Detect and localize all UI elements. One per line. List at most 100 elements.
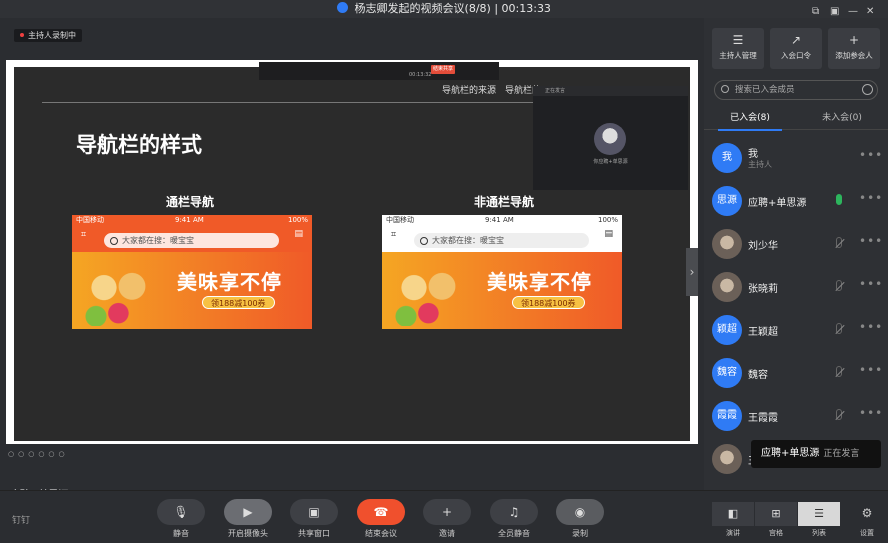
avatar: 思源	[712, 186, 742, 216]
mic-off-icon[interactable]	[836, 280, 842, 291]
slide-divider	[42, 102, 542, 103]
speaker-video-tile[interactable]: 正在发言 你应聘+单思源	[533, 86, 688, 190]
recording-badge: 主持人录制中	[14, 29, 82, 42]
end-meeting-button[interactable]: ☎ 结束会议	[357, 499, 405, 539]
phone-mockup-left: 中国移动 9:41 AM 100% ⌗ 大家都在搜：暖宝宝 ▤ 美味享不停 领188…	[72, 215, 312, 329]
shared-mini-toolbar: 00:13:32 结束共享	[259, 62, 499, 80]
status-bar: 中国移动 9:41 AM 100%	[382, 215, 622, 226]
camera-button[interactable]: ▶ 开启摄像头	[224, 499, 272, 539]
invite-button[interactable]: + 邀请	[423, 499, 471, 539]
banner-coupon: 领188减100券	[202, 296, 275, 309]
status-time: 9:41 AM	[175, 216, 204, 224]
clear-icon[interactable]	[862, 84, 873, 95]
member-search-input[interactable]: 搜索已入会成员	[714, 80, 878, 100]
record-icon: ◉	[556, 499, 604, 525]
mic-off-icon[interactable]	[836, 323, 842, 334]
scan-icon: ⌗	[81, 230, 87, 240]
avatar	[712, 444, 742, 474]
mute-all-icon: ♫	[490, 499, 538, 525]
scan-icon: ⌗	[391, 230, 397, 240]
member-row[interactable]: 霞霞 王霞霞 •••	[704, 394, 888, 436]
mute-all-label: 全员静音	[498, 529, 530, 538]
add-participant-icon: +	[848, 33, 860, 47]
status-bar: 中国移动 9:41 AM 100%	[72, 215, 312, 226]
phone-search: 大家都在搜：暖宝宝	[414, 233, 589, 248]
member-row[interactable]: 思源 应聘+单思源 •••	[704, 179, 888, 221]
tooltip-name: 应聘+单思源	[761, 448, 820, 459]
end-meeting-label: 结束会议	[365, 529, 397, 538]
member-row[interactable]: 魏容 魏容 •••	[704, 351, 888, 393]
member-row[interactable]: 刘少华 •••	[704, 222, 888, 264]
member-name: 张晓莉	[748, 284, 778, 295]
more-options-icon[interactable]: •••	[859, 148, 883, 162]
camera-label: 开启摄像头	[228, 529, 268, 538]
settings-gear-icon[interactable]: ⚙	[856, 506, 878, 520]
message-icon: ▤	[294, 229, 303, 239]
host-manage-button[interactable]: ☰ 主持人管理	[712, 28, 764, 69]
avatar: 魏容	[712, 358, 742, 388]
record-button[interactable]: ◉ 录制	[556, 499, 604, 539]
mascot-image	[390, 262, 470, 326]
mic-off-icon[interactable]	[836, 237, 842, 248]
member-row[interactable]: 我我主持人 •••	[704, 136, 888, 178]
share-window-button[interactable]: ▣ 共享窗口	[290, 499, 338, 539]
status-time: 9:41 AM	[485, 216, 514, 224]
speaking-tooltip: 应聘+单思源 正在发言	[751, 440, 881, 468]
more-options-icon[interactable]: •••	[859, 191, 883, 205]
banner-slogan: 美味享不停	[177, 270, 282, 294]
more-options-icon[interactable]: •••	[859, 234, 883, 248]
tab-joined[interactable]: 已入会(8)	[704, 110, 796, 131]
meeting-stage: 主持人录制中 00:13:32 结束共享 导航栏的来源 导航栏的 导航栏的样式 …	[0, 18, 700, 503]
promo-banner: 美味享不停 领188减100券	[382, 252, 622, 329]
search-placeholder: 搜索已入会成员	[735, 85, 795, 95]
camera-icon: ▶	[224, 499, 272, 525]
speaker-view-button[interactable]: ◧	[712, 502, 754, 526]
share-icon: ▣	[290, 499, 338, 525]
recording-badge-label: 主持人录制中	[28, 31, 76, 40]
video-tile-header: 正在发言	[533, 86, 688, 96]
grid-view-label: 宫格	[769, 529, 783, 537]
recording-dot-icon	[20, 33, 24, 37]
member-row[interactable]: 张晓莉 •••	[704, 265, 888, 307]
mic-on-icon[interactable]	[836, 194, 842, 205]
grid-view-button[interactable]: ⊞	[755, 502, 797, 526]
tab-not-joined[interactable]: 未入会(0)	[796, 110, 888, 123]
phone-search: 大家都在搜：暖宝宝	[104, 233, 279, 248]
mute-all-button[interactable]: ♫ 全员静音	[490, 499, 538, 539]
more-options-icon[interactable]: •••	[859, 277, 883, 291]
avatar	[712, 272, 742, 302]
more-options-icon[interactable]: •••	[859, 406, 883, 420]
hangup-icon: ☎	[357, 499, 405, 525]
promo-banner: 美味享不停 领188减100券	[72, 252, 312, 329]
more-options-icon[interactable]: •••	[859, 320, 883, 334]
list-view-label: 列表	[812, 529, 826, 537]
join-code-button[interactable]: ↗ 入会口令	[770, 28, 822, 69]
dingtalk-logo: 钉钉	[12, 516, 31, 526]
mic-off-icon[interactable]	[836, 409, 842, 420]
member-name: 刘少华	[748, 241, 778, 252]
shared-end-button: 结束共享	[431, 65, 455, 74]
mute-button[interactable]: 🎙 静音	[157, 499, 205, 539]
banner-slogan: 美味享不停	[487, 270, 592, 294]
message-icon: ▤	[604, 229, 613, 239]
mascot-image	[80, 262, 160, 326]
mic-off-icon[interactable]	[836, 366, 842, 377]
invite-icon: +	[423, 499, 471, 525]
shared-timer: 00:13:32	[409, 72, 432, 78]
list-view-button[interactable]: ☰	[798, 502, 840, 526]
left-column-title: 通栏导航	[166, 195, 215, 209]
join-code-label: 入会口令	[781, 51, 811, 60]
mute-label: 静音	[173, 529, 189, 538]
avatar: 霞霞	[712, 401, 742, 431]
host-manage-icon: ☰	[732, 33, 744, 47]
member-row[interactable]: 颖超 王颖超 •••	[704, 308, 888, 350]
more-options-icon[interactable]: •••	[859, 363, 883, 377]
member-tabs: 已入会(8) 未入会(0)	[704, 106, 888, 131]
annotation-tools[interactable]: ○○○○○○	[8, 450, 69, 458]
next-page-arrow-icon[interactable]: ›	[686, 248, 698, 296]
window-title: 杨志卿发起的视频会议(8/8) | 00:13:33	[354, 2, 551, 15]
member-name: 应聘+单思源	[748, 198, 807, 209]
host-manage-label: 主持人管理	[719, 51, 757, 60]
share-label: 共享窗口	[298, 529, 330, 538]
add-participant-button[interactable]: + 添加参会人	[828, 28, 880, 69]
